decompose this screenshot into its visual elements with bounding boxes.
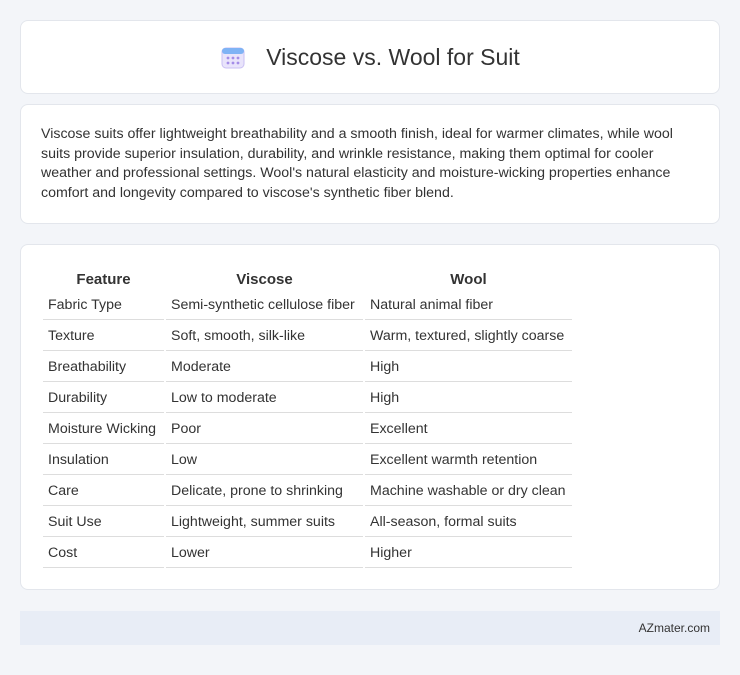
table-cell: Lightweight, summer suits — [166, 508, 363, 537]
table-cell: High — [365, 384, 572, 413]
table-cell: Low — [166, 446, 363, 475]
table-cell: Higher — [365, 539, 572, 568]
table-cell: Durability — [43, 384, 164, 413]
summary-card: Viscose suits offer lightweight breathab… — [20, 104, 720, 224]
table-row: Suit Use Lightweight, summer suits All-sea… — [43, 508, 572, 537]
comparison-table: Feature Viscose Wool Fabric Type Semi-syn… — [41, 265, 574, 570]
column-header-viscose: Viscose — [236, 270, 293, 288]
table-cell: Semi-synthetic cellulose fiber — [166, 291, 363, 320]
table-cell: Care — [43, 477, 164, 506]
column-header-feature: Feature — [76, 270, 131, 288]
column-header-wool: Wool — [450, 270, 487, 288]
table-row: Fabric Type Semi-synthetic cellulose fibe… — [43, 291, 572, 320]
table-cell: Lower — [166, 539, 363, 568]
table-cell: Delicate, prone to shrinking — [166, 477, 363, 506]
comparison-card: Feature Viscose Wool Fabric Type Semi-syn… — [20, 244, 720, 590]
title-card: Viscose vs. Wool for Suit — [20, 20, 720, 94]
table-cell: Natural animal fiber — [365, 291, 572, 320]
table-cell: Suit Use — [43, 508, 164, 537]
table-cell: Poor — [166, 415, 363, 444]
table-cell: Insulation — [43, 446, 164, 475]
table-row: Texture Soft, smooth, silk-like Warm, text… — [43, 322, 572, 351]
table-header-row: Feature Viscose Wool — [43, 267, 572, 289]
table-cell: All-season, formal suits — [365, 508, 572, 537]
calendar-icon — [221, 47, 245, 69]
table-cell: Moisture Wicking — [43, 415, 164, 444]
table-cell: Texture — [43, 322, 164, 351]
summary-text: Viscose suits offer lightweight breathab… — [41, 126, 673, 201]
footer: AZmater.com — [20, 611, 720, 645]
table-cell: High — [365, 353, 572, 382]
table-row: Care Delicate, prone to shrinking Machine … — [43, 477, 572, 506]
table-cell: Machine washable or dry clean — [365, 477, 572, 506]
table-row: Durability Low to moderate High — [43, 384, 572, 413]
table-cell: Moderate — [166, 353, 363, 382]
page-title: Viscose vs. Wool for Suit — [266, 43, 520, 70]
footer-site-name: AZmater.com — [638, 621, 710, 635]
table-row: Insulation Low Excellent warmth retention — [43, 446, 572, 475]
table-cell: Fabric Type — [43, 291, 164, 320]
table-cell: Excellent warmth retention — [365, 446, 572, 475]
table-cell: Low to moderate — [166, 384, 363, 413]
table-cell: Breathability — [43, 353, 164, 382]
table-row: Cost Lower Higher — [43, 539, 572, 568]
table-cell: Cost — [43, 539, 164, 568]
table-cell: Warm, textured, slightly coarse — [365, 322, 572, 351]
table-row: Moisture Wicking Poor Excellent — [43, 415, 572, 444]
table-cell: Excellent — [365, 415, 572, 444]
table-cell: Soft, smooth, silk-like — [166, 322, 363, 351]
table-row: Breathability Moderate High — [43, 353, 572, 382]
